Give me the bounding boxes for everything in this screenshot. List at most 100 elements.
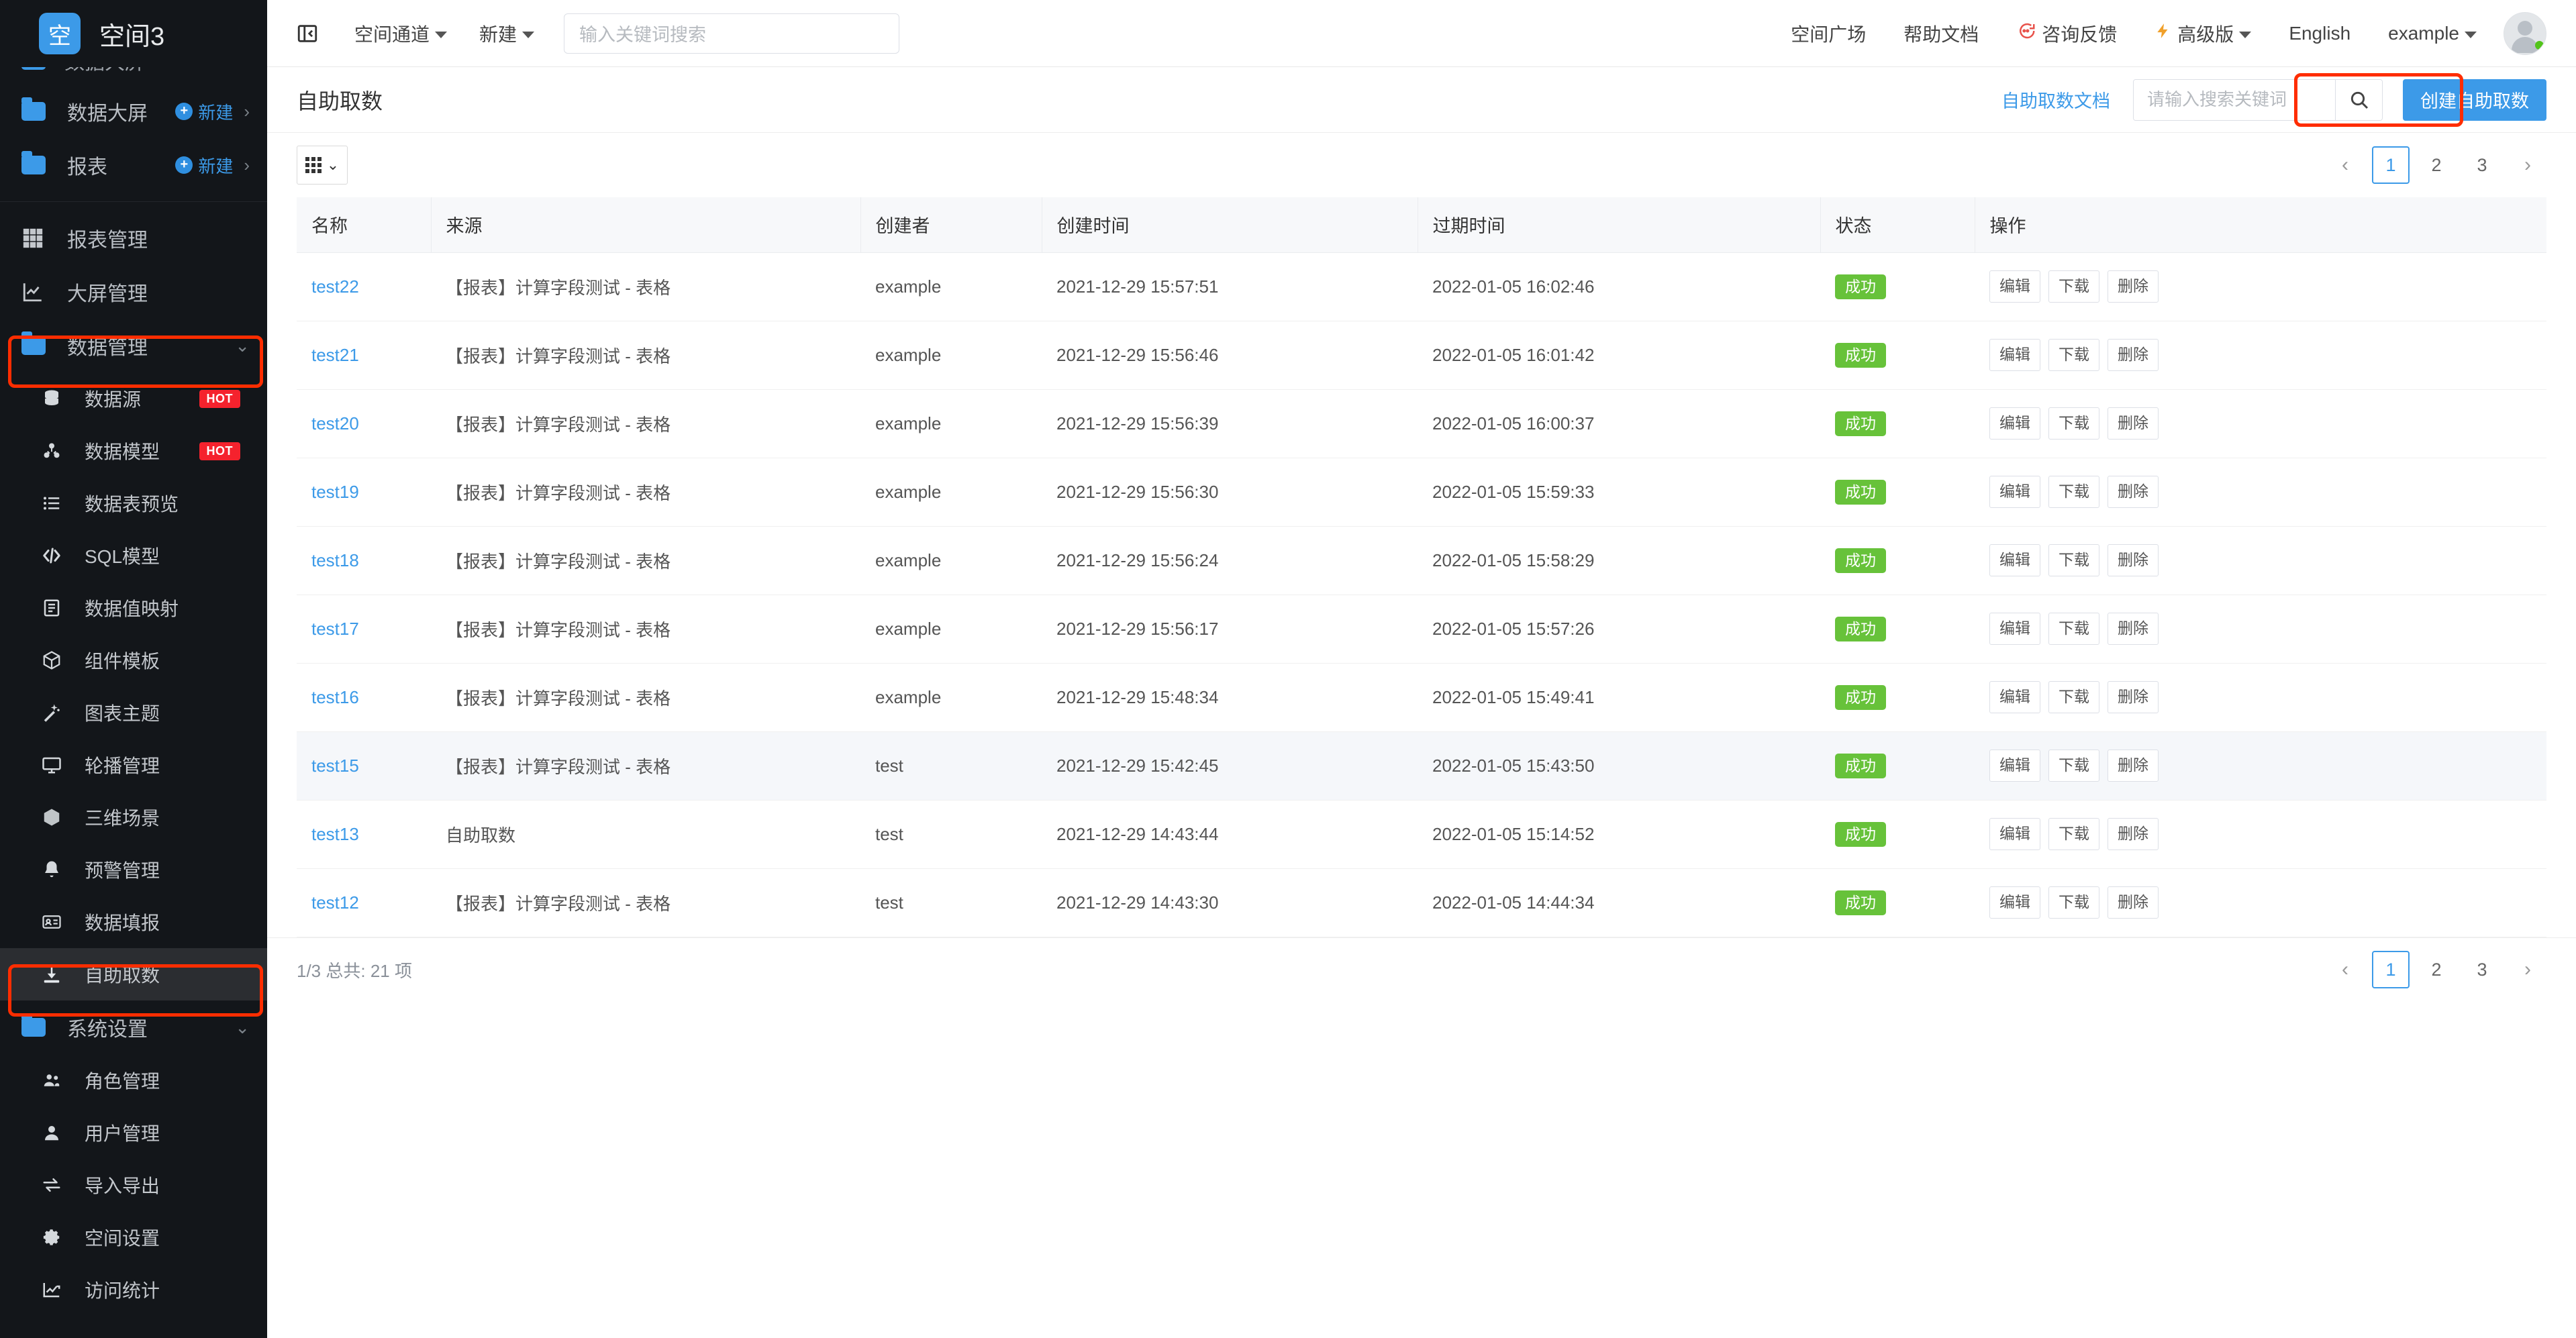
nav-space-square[interactable]: 空间广场 [1791,20,1866,47]
edit-button[interactable]: 编辑 [1989,407,2040,440]
grid-view-toggle[interactable]: ⌄ [297,146,348,185]
table-row[interactable]: test18 【报表】计算字段测试 - 表格 example 2021-12-29 1… [297,526,2546,595]
sidebar-item-table-preview[interactable]: 数据表预览 [0,477,267,529]
table-row[interactable]: test19 【报表】计算字段测试 - 表格 example 2021-12-29 1… [297,458,2546,527]
download-button[interactable]: 下载 [2048,476,2099,508]
sidebar-item-datamodel[interactable]: 数据模型 HOT [0,425,267,477]
sidebar-item-role-management[interactable]: 角色管理 [0,1054,267,1107]
chevron-right-icon[interactable]: › [244,155,250,176]
pagination-page-3-bottom[interactable]: 3 [2463,951,2501,988]
delete-button[interactable]: 删除 [2108,476,2159,508]
cell-name-value[interactable]: test21 [311,345,359,365]
edit-button[interactable]: 编辑 [1989,476,2040,508]
edit-button[interactable]: 编辑 [1989,613,2040,645]
avatar[interactable] [2504,11,2546,55]
sidebar-item-alert-management[interactable]: 预警管理 [0,843,267,896]
sidebar-item-self-service-data[interactable]: 自助取数 [0,948,267,1000]
edit-button[interactable]: 编辑 [1989,270,2040,303]
download-button[interactable]: 下载 [2048,750,2099,782]
download-button[interactable]: 下载 [2048,339,2099,371]
download-button[interactable]: 下载 [2048,886,2099,919]
delete-button[interactable]: 删除 [2108,339,2159,371]
nav-language[interactable]: English [2289,23,2350,44]
cell-name-value[interactable]: test22 [311,276,359,297]
cell-name-value[interactable]: test12 [311,892,359,913]
delete-button[interactable]: 删除 [2108,886,2159,919]
sidebar-item-sql-model[interactable]: SQL模型 [0,529,267,582]
sidebar-item-access-stats[interactable]: 访问统计 [0,1264,267,1316]
delete-button[interactable]: 删除 [2108,750,2159,782]
table-row[interactable]: test17 【报表】计算字段测试 - 表格 example 2021-12-29 1… [297,595,2546,664]
new-menu[interactable]: 新建 [479,20,535,47]
edit-button[interactable]: 编辑 [1989,339,2040,371]
edit-button[interactable]: 编辑 [1989,544,2040,576]
nav-user-menu[interactable]: example [2388,23,2477,44]
edit-button[interactable]: 编辑 [1989,818,2040,850]
collapse-sidebar-icon[interactable] [293,19,322,48]
nav-feedback[interactable]: 咨询反馈 [2016,20,2117,47]
sidebar-item-chart-theme[interactable]: 图表主题 [0,686,267,739]
sidebar-item-screen-management[interactable]: 大屏管理 [0,265,267,319]
sidebar-item-space-settings[interactable]: 空间设置 [0,1211,267,1264]
create-self-service-data-button[interactable]: 创建自助取数 [2403,79,2546,121]
cell-name-value[interactable]: test18 [311,550,359,570]
pagination-next-top[interactable]: › [2509,146,2546,184]
sidebar-item-carousel-management[interactable]: 轮播管理 [0,739,267,791]
table-row[interactable]: test12 【报表】计算字段测试 - 表格 test 2021-12-29 14:4… [297,868,2546,937]
sidebar-item-component-template[interactable]: 组件模板 [0,634,267,686]
global-search-input[interactable]: 输入关键词搜索 [564,13,900,54]
nav-help-docs[interactable]: 帮助文档 [1903,20,1979,47]
download-button[interactable]: 下载 [2048,407,2099,440]
table-row[interactable]: test16 【报表】计算字段测试 - 表格 example 2021-12-29 1… [297,663,2546,732]
sidebar-item-value-mapping[interactable]: 数据值映射 [0,582,267,634]
nav-pro-version[interactable]: 高级版 [2154,20,2252,47]
sidebar-group-system-settings[interactable]: 系统设置 ⌄ [0,1000,267,1054]
sidebar-item-data-entry[interactable]: 数据填报 [0,896,267,948]
download-button[interactable]: 下载 [2048,544,2099,576]
delete-button[interactable]: 删除 [2108,407,2159,440]
sidebar-item-datasource[interactable]: 数据源 HOT [0,372,267,425]
pagination-page-1-bottom[interactable]: 1 [2372,951,2410,988]
sidebar-partial-item[interactable]: 数据大屏 [0,67,267,85]
sidebar-item-import-export[interactable]: 导入导出 [0,1159,267,1211]
pagination-prev-bottom[interactable]: ‹ [2326,951,2364,988]
download-button[interactable]: 下载 [2048,270,2099,303]
table-row[interactable]: test21 【报表】计算字段测试 - 表格 example 2021-12-29 1… [297,321,2546,390]
table-row[interactable]: test13 自助取数 test 2021-12-29 14:43:44 2022-01… [297,800,2546,869]
self-service-doc-link[interactable]: 自助取数文档 [2001,87,2110,113]
sidebar-group-data-management[interactable]: 数据管理 ⌄ [0,319,267,372]
pagination-page-2-top[interactable]: 2 [2418,146,2455,184]
pagination-next-bottom[interactable]: › [2509,951,2546,988]
delete-button[interactable]: 删除 [2108,613,2159,645]
chevron-right-icon[interactable]: › [244,101,250,122]
cell-name-value[interactable]: test20 [311,413,359,433]
table-row[interactable]: test22 【报表】计算字段测试 - 表格 example 2021-12-29 1… [297,252,2546,321]
delete-button[interactable]: 删除 [2108,818,2159,850]
page-search-input[interactable] [2134,79,2335,120]
cell-name-value[interactable]: test17 [311,619,359,639]
space-channel-menu[interactable]: 空间通道 [354,20,448,47]
cell-name-value[interactable]: test16 [311,687,359,707]
new-data-screen-button[interactable]: + 新建 [175,99,233,124]
sidebar-item-report[interactable]: 报表 + 新建 › [0,138,267,192]
pagination-page-1-top[interactable]: 1 [2372,146,2410,184]
new-report-button[interactable]: + 新建 [175,153,233,178]
sidebar-item-data-screen[interactable]: 数据大屏 + 新建 › [0,85,267,138]
download-button[interactable]: 下载 [2048,613,2099,645]
pagination-page-3-top[interactable]: 3 [2463,146,2501,184]
sidebar-item-user-management[interactable]: 用户管理 [0,1107,267,1159]
delete-button[interactable]: 删除 [2108,544,2159,576]
cell-name-value[interactable]: test19 [311,482,359,502]
download-button[interactable]: 下载 [2048,681,2099,713]
delete-button[interactable]: 删除 [2108,681,2159,713]
edit-button[interactable]: 编辑 [1989,681,2040,713]
cell-name-value[interactable]: test13 [311,824,359,844]
pagination-page-2-bottom[interactable]: 2 [2418,951,2455,988]
edit-button[interactable]: 编辑 [1989,750,2040,782]
pagination-prev-top[interactable]: ‹ [2326,146,2364,184]
delete-button[interactable]: 删除 [2108,270,2159,303]
cell-name-value[interactable]: test15 [311,756,359,776]
search-icon[interactable] [2335,79,2382,120]
download-button[interactable]: 下载 [2048,818,2099,850]
sidebar-item-3d-scene[interactable]: 三维场景 [0,791,267,843]
